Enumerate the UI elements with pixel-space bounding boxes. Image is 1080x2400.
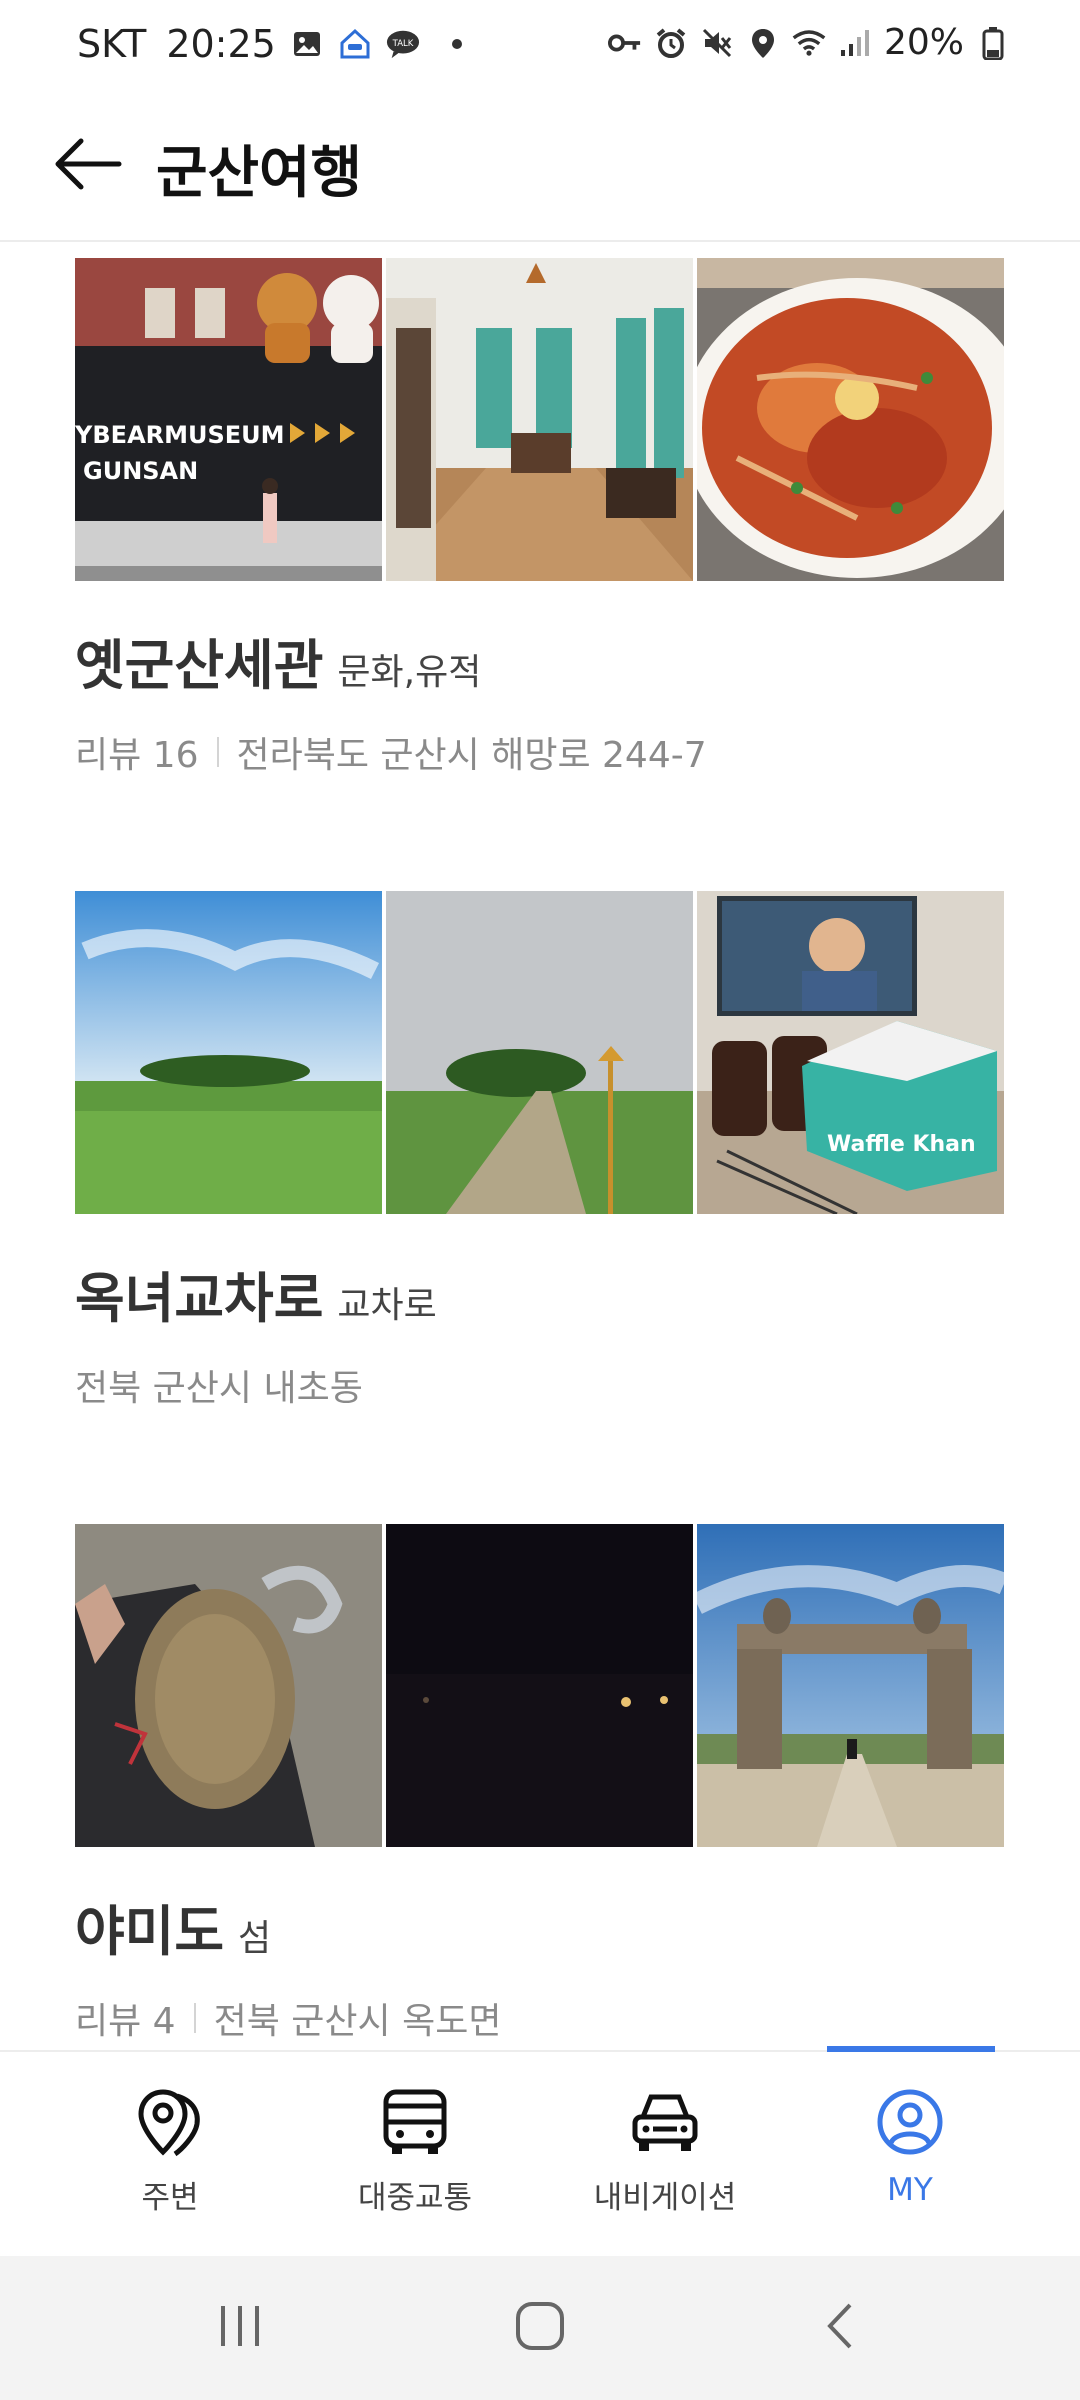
place-meta: 전북 군산시 내초동 — [75, 1359, 1005, 1411]
bottom-navigation: 주변 대중교통 내비게이션 MY — [0, 2046, 1080, 2258]
place-photo[interactable] — [386, 258, 693, 581]
nav-label: 내비게이션 — [593, 2180, 737, 2216]
svg-text:TALK: TALK — [391, 39, 413, 49]
alarm-icon — [654, 26, 688, 60]
nav-tab-my[interactable]: MY — [775, 2052, 1045, 2258]
recent-apps-button[interactable] — [190, 2286, 290, 2366]
home-button[interactable] — [490, 2286, 590, 2366]
notification-dot — [451, 39, 462, 49]
clock: 20:25 — [166, 22, 276, 66]
place-list[interactable]: YBEARMUSEUM GUNSAN 옛군산세관 문화,유적 리뷰 16 전라북… — [0, 244, 1080, 2050]
list-item[interactable]: 야미도 섬 리뷰 4 전북 군산시 옥도면 — [75, 1524, 1005, 2044]
signal-icon — [838, 26, 872, 60]
nav-label: 주변 — [141, 2180, 199, 2216]
place-title-row: 옛군산세관 문화,유적 — [75, 621, 1005, 700]
battery-percent: 20% — [883, 22, 964, 63]
talk-icon: TALK — [386, 27, 420, 61]
location-icon — [746, 26, 780, 60]
place-photo[interactable] — [386, 1524, 693, 1847]
photo-strip[interactable] — [75, 1524, 1005, 1847]
place-title-row: 옥녀교차로 교차로 — [75, 1254, 1005, 1333]
place-meta: 리뷰 4 전북 군산시 옥도면 — [75, 1992, 1005, 2044]
system-navigation-bar — [0, 2256, 1080, 2400]
car-icon — [625, 2082, 705, 2162]
place-category: 교차로 — [337, 1285, 437, 1326]
place-title-row: 야미도 섬 — [75, 1887, 1005, 1966]
home-notification-icon — [338, 27, 372, 61]
list-item[interactable]: Waffle Khan 옥녀교차로 교차로 전북 군산시 내초동 — [75, 891, 1005, 1411]
user-icon — [870, 2082, 950, 2162]
nav-label: 대중교통 — [357, 2180, 473, 2216]
page-title: 군산여행 — [156, 141, 363, 206]
place-meta: 리뷰 16 전라북도 군산시 해망로 244-7 — [75, 726, 1005, 778]
carrier-label: SKT — [77, 22, 147, 66]
place-name[interactable]: 옥녀교차로 — [75, 1254, 323, 1333]
battery-icon — [976, 26, 1010, 60]
review-count[interactable]: 리뷰 4 — [75, 1992, 176, 2044]
meta-divider — [216, 737, 219, 767]
place-photo[interactable] — [75, 891, 382, 1214]
status-bar-right: 20% — [607, 22, 1010, 63]
home-icon — [516, 2302, 564, 2350]
map-pin-icon — [130, 2082, 210, 2162]
place-photo[interactable] — [697, 258, 1004, 581]
place-category: 섬 — [238, 1918, 272, 1959]
wifi-icon — [792, 26, 826, 60]
photo-sign-text: GUNSAN — [83, 457, 198, 485]
status-bar: SKT 20:25 TALK 20% — [0, 0, 1080, 92]
list-item[interactable]: YBEARMUSEUM GUNSAN 옛군산세관 문화,유적 리뷰 16 전라북… — [75, 258, 1005, 778]
photo-strip[interactable]: Waffle Khan — [75, 891, 1005, 1214]
place-address: 전북 군산시 옥도면 — [213, 2001, 502, 2042]
review-count[interactable]: 리뷰 16 — [75, 726, 199, 778]
photo-box-text: Waffle Khan — [827, 1132, 976, 1157]
chevron-left-icon — [827, 2303, 852, 2349]
nav-tab-nearby[interactable]: 주변 — [35, 2052, 305, 2258]
recent-apps-icon — [221, 2306, 259, 2346]
place-category: 문화,유적 — [337, 652, 482, 693]
meta-divider — [193, 2003, 196, 2033]
key-icon — [607, 26, 642, 60]
place-photo[interactable]: YBEARMUSEUM GUNSAN — [75, 258, 382, 581]
place-photo[interactable] — [386, 891, 693, 1214]
mute-icon — [700, 26, 734, 60]
photo-strip[interactable]: YBEARMUSEUM GUNSAN — [75, 258, 1005, 581]
system-back-button[interactable] — [790, 2286, 890, 2366]
status-bar-left: SKT 20:25 TALK — [77, 22, 462, 66]
place-address: 전북 군산시 내초동 — [75, 1368, 363, 1409]
nav-tab-transit[interactable]: 대중교통 — [280, 2052, 550, 2258]
place-address: 전라북도 군산시 해망로 244-7 — [236, 735, 707, 776]
place-name[interactable]: 야미도 — [75, 1887, 224, 1966]
place-photo[interactable] — [75, 1524, 382, 1847]
arrow-left-icon — [55, 138, 122, 190]
gallery-icon — [290, 27, 324, 61]
nav-label: MY — [887, 2172, 933, 2208]
photo-sign-text: YBEARMUSEUM — [75, 421, 285, 449]
bus-icon — [375, 2082, 455, 2162]
nav-tab-navigation[interactable]: 내비게이션 — [530, 2052, 800, 2258]
place-photo[interactable] — [697, 1524, 1004, 1847]
place-photo[interactable]: Waffle Khan — [697, 891, 1004, 1214]
back-button[interactable] — [48, 124, 128, 204]
place-name[interactable]: 옛군산세관 — [75, 621, 323, 700]
app-header: 군산여행 — [0, 92, 1080, 242]
